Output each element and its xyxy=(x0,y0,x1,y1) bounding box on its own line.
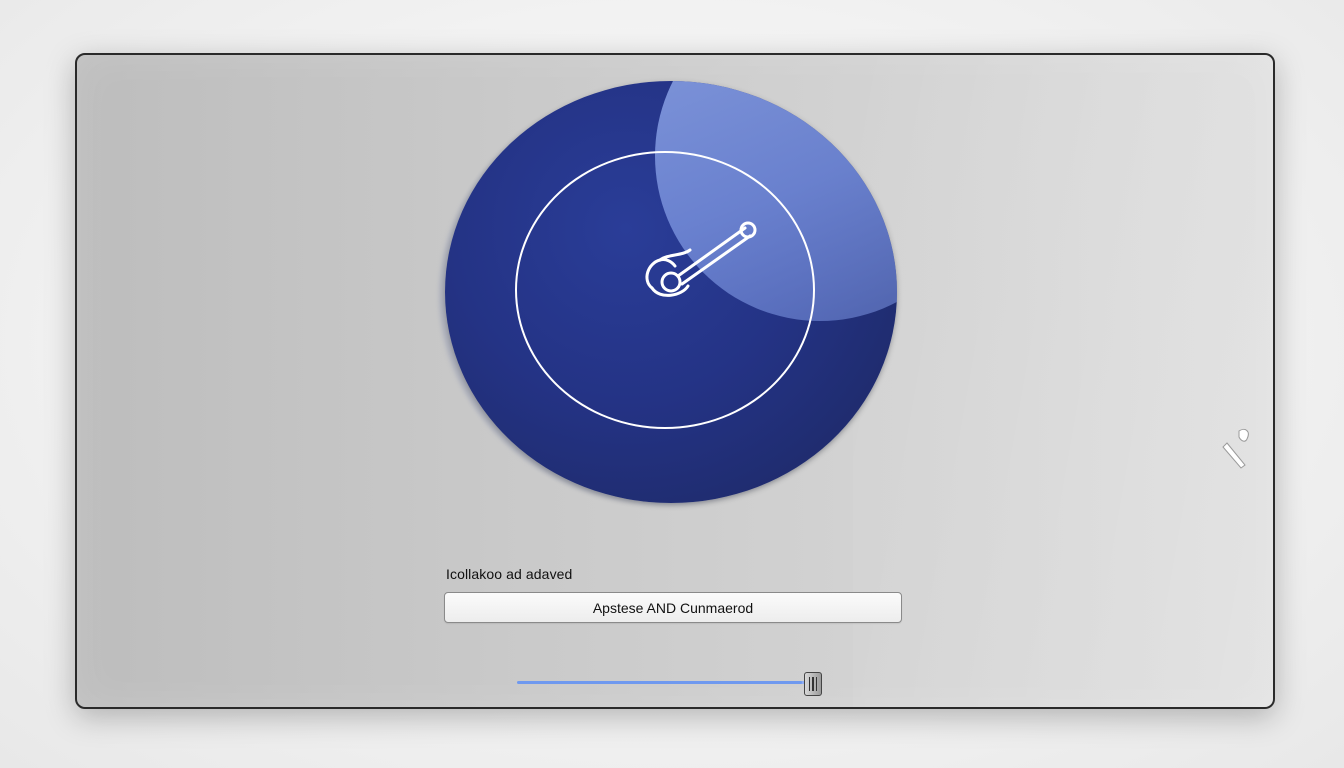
installer-disc-icon xyxy=(445,81,897,503)
pointer-cursor-icon xyxy=(1222,428,1249,469)
progress-fill xyxy=(517,681,802,684)
handle-grip-line xyxy=(812,677,814,691)
progress-handle[interactable] xyxy=(804,672,822,696)
handle-grip-line xyxy=(808,677,811,691)
window-glare xyxy=(853,55,1273,707)
progress-bar xyxy=(517,681,817,684)
status-label: Icollakoo ad adaved xyxy=(446,566,573,582)
wand-icon xyxy=(645,221,757,297)
installer-window: Icollakoo ad adaved Apstese AND Cunmaero… xyxy=(75,53,1275,709)
continue-button[interactable]: Apstese AND Cunmaerod xyxy=(444,592,902,623)
handle-grip-line xyxy=(815,677,818,691)
